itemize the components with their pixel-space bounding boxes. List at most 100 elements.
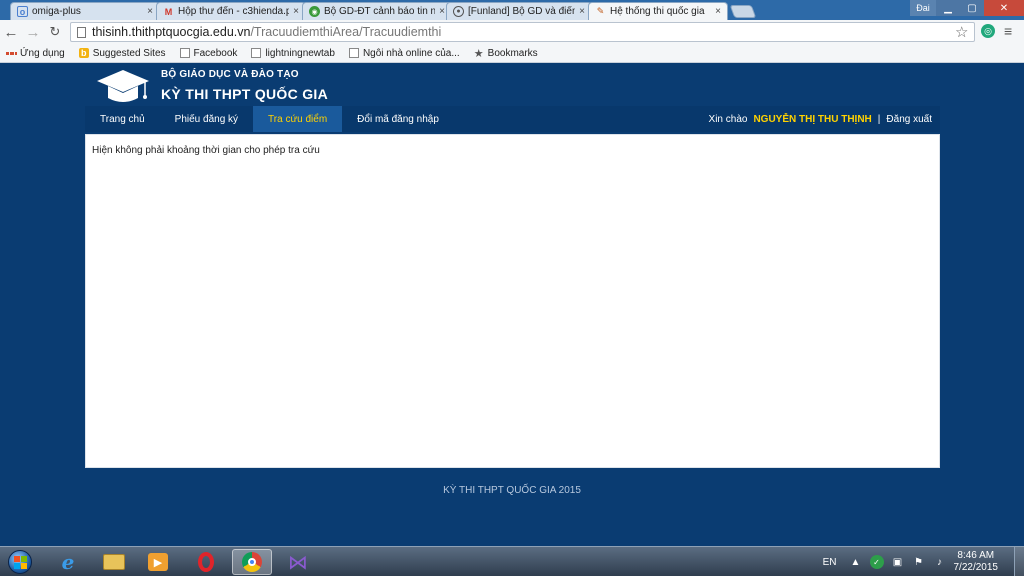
page-icon (251, 48, 262, 58)
exam-title: KỲ THI THPT QUỐC GIA (161, 86, 328, 102)
nav-phieu-dang-ky[interactable]: Phiếu đăng ký (160, 106, 253, 132)
website: BỘ GIÁO DỤC VÀ ĐÀO TẠO KỲ THI THPT QUỐC … (0, 64, 1024, 546)
back-icon[interactable]: ← (0, 21, 22, 43)
graduation-cap-icon (97, 70, 149, 102)
bing-icon: b (78, 48, 89, 58)
news-icon: ◉ (309, 6, 320, 17)
bookmark-label: Bookmarks (487, 47, 538, 59)
network-icon[interactable]: ▣ (891, 555, 905, 569)
tab-news[interactable]: ◉ Bộ GD-ĐT cảnh báo tin nh × (302, 2, 452, 20)
tray-expand-icon[interactable]: ▲ (849, 555, 863, 569)
taskbar-explorer[interactable] (94, 549, 134, 575)
tab-omiga-plus[interactable]: o omiga-plus × (10, 2, 160, 20)
nav-doi-ma-dang-nhap[interactable]: Đổi mã đăng nhập (342, 106, 454, 132)
forward-icon[interactable]: → (22, 21, 44, 43)
profile-button[interactable]: Đai (910, 0, 936, 16)
taskbar-visual-studio[interactable]: ⋈ (278, 549, 318, 575)
tab-title: Hệ thống thi quốc gia (610, 6, 705, 17)
pen-icon: ✎ (596, 6, 605, 16)
user-greeting: Xin chào NGUYỄN THỊ THU THỊNH | Đăng xuấ… (709, 106, 932, 132)
nav-tra-cuu-diem[interactable]: Tra cứu điểm (253, 106, 343, 132)
page-icon (179, 48, 190, 58)
bookmark-label: Ứng dụng (20, 47, 65, 59)
bookmarks-bar: Ứng dụng b Suggested Sites Facebook ligh… (0, 44, 1024, 63)
apps-icon (6, 48, 16, 58)
new-tab-button[interactable] (729, 5, 757, 18)
bookmark-label: Facebook (193, 47, 238, 59)
opera-icon (198, 552, 214, 572)
site-navbar: Trang chủ Phiếu đăng ký Tra cứu điểm Đổi… (85, 106, 940, 132)
bookmark-label: Suggested Sites (92, 47, 166, 59)
page-icon (348, 48, 359, 58)
maximize-icon[interactable]: ▢ (960, 0, 984, 16)
clock[interactable]: 8:46 AM 7/22/2015 (954, 550, 999, 574)
greeting-text: Xin chào (708, 113, 748, 125)
bookmark-ngoi-nha-online[interactable]: Ngôi nhà online của... (348, 47, 460, 59)
url-host: thisinh.thithptquocgia.edu.vn (92, 25, 251, 39)
windows-logo-icon (8, 550, 32, 574)
taskbar-ie[interactable]: e (48, 549, 88, 575)
window-controls: Đai ▁ ▢ ✕ (910, 0, 1024, 16)
organization-name: BỘ GIÁO DỤC VÀ ĐÀO TẠO (161, 69, 299, 80)
close-icon[interactable]: × (579, 6, 585, 17)
taskbar-media-player[interactable]: ▶ (138, 549, 178, 575)
ie-icon: e (61, 550, 75, 574)
media-player-icon: ▶ (148, 553, 168, 571)
tab-title: [Funland] Bộ GD và điểm (468, 6, 576, 17)
visual-studio-icon: ⋈ (288, 551, 308, 574)
volume-icon[interactable]: ♪ (933, 555, 947, 569)
show-desktop-button[interactable] (1014, 547, 1024, 576)
browser-toolbar: ← → ↻ thisinh.thithptquocgia.edu.vn/Trac… (0, 20, 1024, 44)
bookmark-label: lightningnewtab (265, 47, 335, 59)
status-message: Hiện không phải khoảng thời gian cho phé… (92, 145, 320, 156)
bookmark-facebook[interactable]: Facebook (179, 47, 238, 59)
extension-icon[interactable]: ◎ (981, 24, 995, 38)
explorer-icon (103, 554, 125, 570)
clock-time: 8:46 AM (957, 550, 995, 561)
clock-date: 7/22/2015 (953, 562, 999, 573)
close-icon[interactable]: × (147, 6, 153, 17)
address-bar[interactable]: thisinh.thithptquocgia.edu.vn/Tracuudiem… (70, 22, 975, 42)
close-window-icon[interactable]: ✕ (984, 0, 1024, 16)
taskbar-opera[interactable] (186, 549, 226, 575)
bookmark-apps[interactable]: Ứng dụng (6, 48, 65, 59)
gmail-icon: M (164, 6, 173, 17)
language-indicator[interactable]: EN (823, 557, 837, 568)
tab-funland[interactable]: ● [Funland] Bộ GD và điểm × (446, 2, 592, 20)
main-content: Hiện không phải khoảng thời gian cho phé… (85, 134, 940, 468)
username: NGUYỄN THỊ THU THỊNH (753, 113, 872, 125)
reload-icon[interactable]: ↻ (44, 21, 66, 43)
bookmark-star-icon[interactable]: ☆ (955, 23, 968, 41)
tab-title: omiga-plus (32, 6, 81, 17)
system-tray: EN ▲ ✓ ▣ ⚑ ♪ 8:46 AM 7/22/2015 (823, 547, 1024, 576)
nav-trang-chu[interactable]: Trang chủ (85, 106, 160, 132)
tab-title: Bộ GD-ĐT cảnh báo tin nh (324, 6, 436, 17)
minimize-icon[interactable]: ▁ (936, 0, 960, 16)
page-info-icon[interactable] (77, 26, 86, 38)
tab-title: Hộp thư đến - c3hienda.p (178, 6, 290, 17)
windows-taskbar: e ▶ ⋈ EN ▲ ✓ ▣ ⚑ ♪ 8:46 AM 7/22/2015 (0, 546, 1024, 576)
greeting-separator: | (877, 113, 881, 125)
tab-gmail[interactable]: M Hộp thư đến - c3hienda.p × (156, 2, 306, 20)
menu-icon[interactable]: ≡ (1004, 23, 1012, 39)
close-icon[interactable]: × (293, 6, 299, 17)
chrome-icon (242, 552, 262, 572)
site-header: BỘ GIÁO DỤC VÀ ĐÀO TẠO KỲ THI THPT QUỐC … (0, 64, 1024, 106)
site-footer: KỲ THI THPT QUỐC GIA 2015 (443, 485, 581, 496)
flag-icon[interactable]: ⚑ (912, 555, 926, 569)
tray-app-icon[interactable]: ✓ (869, 555, 884, 569)
logout-link[interactable]: Đăng xuất (886, 114, 932, 125)
tab-he-thong-thi[interactable]: ✎ Hệ thống thi quốc gia × (588, 2, 728, 20)
start-button[interactable] (2, 548, 38, 576)
close-icon[interactable]: × (715, 6, 721, 17)
url-path: /TracuudiemthiArea/Tracuudiemthi (250, 25, 442, 39)
star-icon: ★ (473, 47, 484, 60)
bookmark-lightningnewtab[interactable]: lightningnewtab (251, 48, 335, 59)
close-icon[interactable]: × (439, 6, 445, 17)
browser-tab-strip: o omiga-plus × M Hộp thư đến - c3hienda.… (0, 0, 1024, 20)
taskbar-chrome[interactable] (232, 549, 272, 575)
bookmark-label: Ngôi nhà online của... (362, 47, 460, 59)
bookmark-bookmarks-folder[interactable]: ★ Bookmarks (473, 47, 538, 60)
bookmark-suggested-sites[interactable]: b Suggested Sites (78, 47, 166, 59)
omiga-icon: o (17, 6, 28, 17)
